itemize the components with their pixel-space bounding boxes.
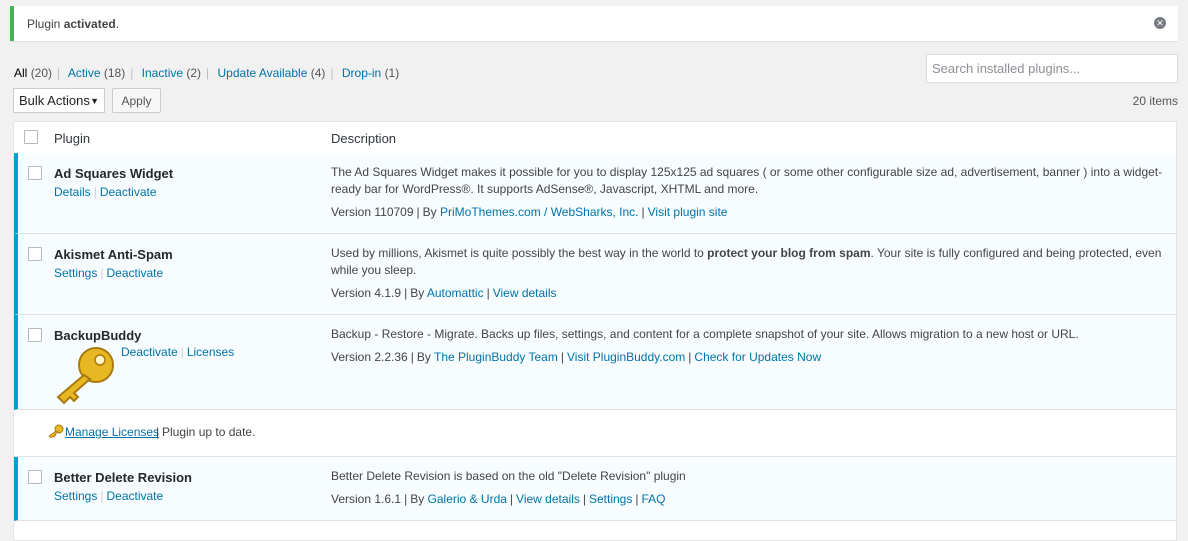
view-details-link[interactable]: View details [493,286,557,300]
table-row: Ad Squares Widget Details | Deactivate The… [14,153,1176,234]
plugins-table: Plugin Description Ad Squares Widget Det… [13,121,1177,541]
plugin-description: The Ad Squares Widget makes it possible … [331,165,1163,196]
filter-all[interactable]: All (20) [14,66,52,80]
apply-button[interactable]: Apply [112,88,161,113]
deactivate-link[interactable]: Deactivate [100,185,157,199]
row-checkbox[interactable] [28,470,42,484]
author-link[interactable]: The PluginBuddy Team [434,350,558,364]
visit-plugin-site-link[interactable]: Visit plugin site [648,205,728,219]
filter-active[interactable]: Active (18) [68,66,125,80]
licenses-link[interactable]: Licenses [187,345,234,359]
chevron-down-icon: ▼ [90,95,99,106]
select-all-checkbox[interactable] [24,130,38,144]
key-icon [56,347,114,405]
check-updates-link[interactable]: Check for Updates Now [694,350,821,364]
plugin-description: Better Delete Revision is based on the o… [331,469,686,483]
author-link[interactable]: Galerio & Urda [428,492,507,506]
notice-text: Plugin activated. [27,17,120,31]
row-actions: Settings | Deactivate [54,489,164,503]
row-checkbox[interactable] [28,166,42,180]
plugin-filters: All (20) | Active (18) | Inactive (2) | Upd… [14,66,400,80]
row-actions: Settings | Deactivate [54,266,164,280]
filter-update-available[interactable]: Update Available (4) [218,66,326,80]
view-details-link[interactable]: View details [516,492,580,506]
faq-link[interactable]: FAQ [641,492,665,506]
bulk-actions-select[interactable]: Bulk Actions ▼ [13,88,105,113]
plugin-description: Backup - Restore - Migrate. Backs up fil… [331,327,1079,341]
plugin-meta: Version 2.2.36 | By The PluginBuddy Team | V… [331,350,822,364]
plugin-name: Akismet Anti-Spam [54,247,173,262]
plugin-name: Ad Squares Widget [54,166,174,181]
deactivate-link[interactable]: Deactivate [121,345,178,359]
plugin-name: Better Delete Revision [54,470,192,485]
activation-notice: Plugin activated. ✕ [10,6,1178,41]
visit-pluginbuddy-link[interactable]: Visit PluginBuddy.com [567,350,685,364]
column-description: Description [331,131,397,146]
author-link[interactable]: PriMoThemes.com / WebSharks, Inc. [440,205,639,219]
details-link[interactable]: Details [54,185,91,199]
table-header: Plugin Description [14,122,1176,154]
items-count: 20 items [1132,94,1178,108]
plugin-meta: Version 110709 | By PriMoThemes.com / WebS… [331,205,728,219]
license-status: Plugin up to date. [162,425,256,439]
deactivate-link[interactable]: Deactivate [106,266,163,280]
plugin-meta: Version 1.6.1 | By Galerio & Urda | View det… [331,492,666,506]
row-checkbox[interactable] [28,247,42,261]
plugin-description: Used by millions, Akismet is quite possi… [331,246,1162,277]
table-row: BackupBuddy Deactivate | Licenses Backup -… [14,315,1176,410]
settings-link[interactable]: Settings [589,492,632,506]
plugin-meta: Version 4.1.9 | By Automattic | View details [331,286,557,300]
filter-inactive[interactable]: Inactive (2) [142,66,201,80]
manage-licenses-link[interactable]: Manage Licenses [65,425,159,439]
row-checkbox[interactable] [28,328,42,342]
row-actions: Details | Deactivate [54,185,157,199]
settings-link[interactable]: Settings [54,266,97,280]
row-actions: Deactivate | Licenses [121,345,235,359]
column-plugin: Plugin [54,131,91,146]
small-key-icon [48,424,64,438]
deactivate-link[interactable]: Deactivate [106,489,163,503]
filter-drop-in[interactable]: Drop-in (1) [342,66,399,80]
author-link[interactable]: Automattic [427,286,484,300]
search-plugins-input[interactable] [926,54,1178,83]
settings-link[interactable]: Settings [54,489,97,503]
dismiss-icon[interactable]: ✕ [1154,17,1166,29]
table-row: Better Delete Revision Settings | Deactiva… [14,457,1176,521]
table-row: Akismet Anti-Spam Settings | Deactivate Us… [14,234,1176,315]
plugin-name: BackupBuddy [54,328,142,343]
license-row: Manage Licenses | Plugin up to date. [14,410,1176,457]
